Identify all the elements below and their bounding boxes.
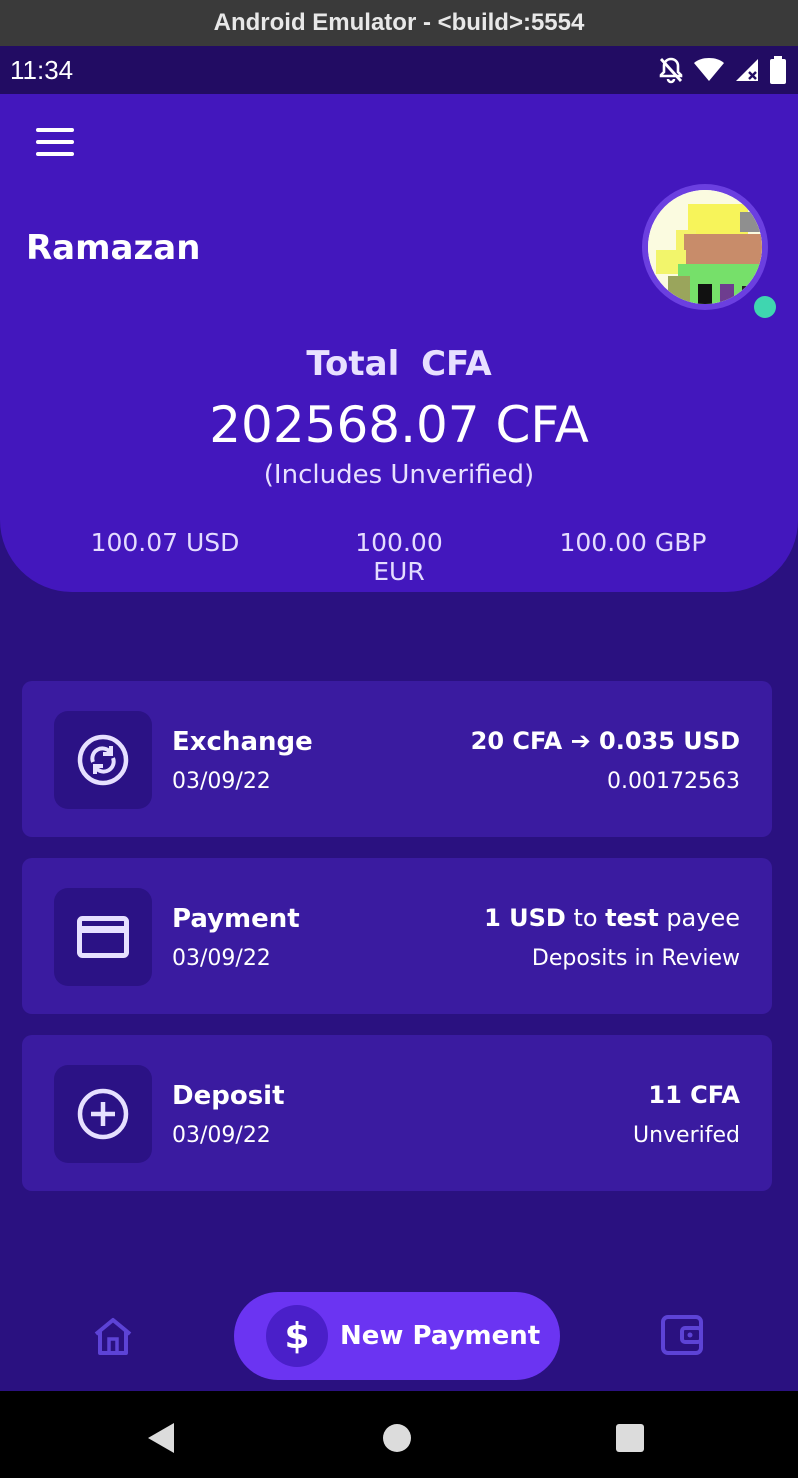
wallet-icon[interactable]	[660, 1314, 704, 1356]
transaction-amount: 20 CFA ➔ 0.035 USD	[470, 727, 740, 755]
card-icon	[77, 916, 129, 958]
transaction-subtext: Deposits in Review	[531, 946, 740, 971]
transaction-icon-box	[54, 1065, 152, 1163]
transaction-card-exchange[interactable]: Exchange 03/09/22 20 CFA ➔ 0.035 USD 0.0…	[22, 681, 772, 837]
recents-icon[interactable]	[616, 1424, 644, 1452]
transaction-icon-box	[54, 888, 152, 986]
transaction-title: Payment	[172, 904, 300, 934]
battery-icon	[770, 56, 786, 84]
home-nav-icon[interactable]	[382, 1423, 412, 1453]
total-amount: 202568.07 CFA	[209, 396, 589, 454]
balance-eur: 100.00 EUR	[355, 528, 443, 586]
transaction-amount: 11 CFA	[648, 1081, 740, 1109]
amount-value: 1 USD	[484, 904, 566, 932]
user-name: Ramazan	[26, 228, 201, 268]
transaction-subtext: 0.00172563	[607, 769, 740, 794]
transaction-card-payment[interactable]: Payment 03/09/22 1 USD to test payee Dep…	[22, 858, 772, 1014]
system-navigation-bar	[0, 1391, 798, 1478]
avatar-image	[648, 190, 762, 304]
notifications-off-icon	[659, 57, 683, 84]
cell-signal-icon	[736, 59, 758, 81]
emulator-title: Android Emulator - <build>:5554	[213, 9, 585, 36]
home-icon[interactable]	[92, 1316, 134, 1356]
transaction-title: Exchange	[172, 727, 313, 757]
menu-icon[interactable]	[36, 128, 74, 156]
amount-connector: to	[565, 904, 606, 932]
dollar-icon: $	[266, 1305, 328, 1367]
online-status-dot	[754, 296, 776, 318]
transaction-amount: 1 USD to test payee	[484, 904, 740, 932]
new-payment-button[interactable]: $ New Payment	[234, 1292, 560, 1380]
transaction-title: Deposit	[172, 1081, 285, 1111]
wifi-icon	[694, 58, 724, 81]
balance-header	[0, 94, 798, 592]
transaction-date: 03/09/22	[172, 769, 271, 794]
plus-circle-icon	[77, 1088, 129, 1140]
exchange-icon	[77, 734, 129, 786]
transaction-date: 03/09/22	[172, 1123, 271, 1148]
status-icons	[658, 56, 786, 84]
payee-suffix: payee	[658, 904, 740, 932]
transaction-icon-box	[54, 711, 152, 809]
transaction-subtext: Unverifed	[632, 1123, 740, 1148]
transaction-card-deposit[interactable]: Deposit 03/09/22 11 CFA Unverifed	[22, 1035, 772, 1191]
total-note: (Includes Unverified)	[263, 460, 535, 490]
emulator-title-bar: Android Emulator - <build>:5554	[0, 0, 798, 46]
transaction-date: 03/09/22	[172, 946, 271, 971]
currency-balances: 100.07 USD 100.00 EUR 100.00 GBP	[0, 528, 798, 586]
total-label: Total CFA	[306, 344, 492, 384]
back-icon[interactable]	[146, 1422, 176, 1454]
status-time: 11:34	[10, 54, 74, 85]
new-payment-label: New Payment	[340, 1321, 541, 1351]
balance-gbp: 100.00 GBP	[559, 528, 707, 557]
avatar[interactable]	[642, 184, 768, 310]
status-bar: 11:34	[0, 46, 798, 94]
payee-name: test	[605, 904, 659, 932]
balance-usd: 100.07 USD	[90, 528, 240, 557]
